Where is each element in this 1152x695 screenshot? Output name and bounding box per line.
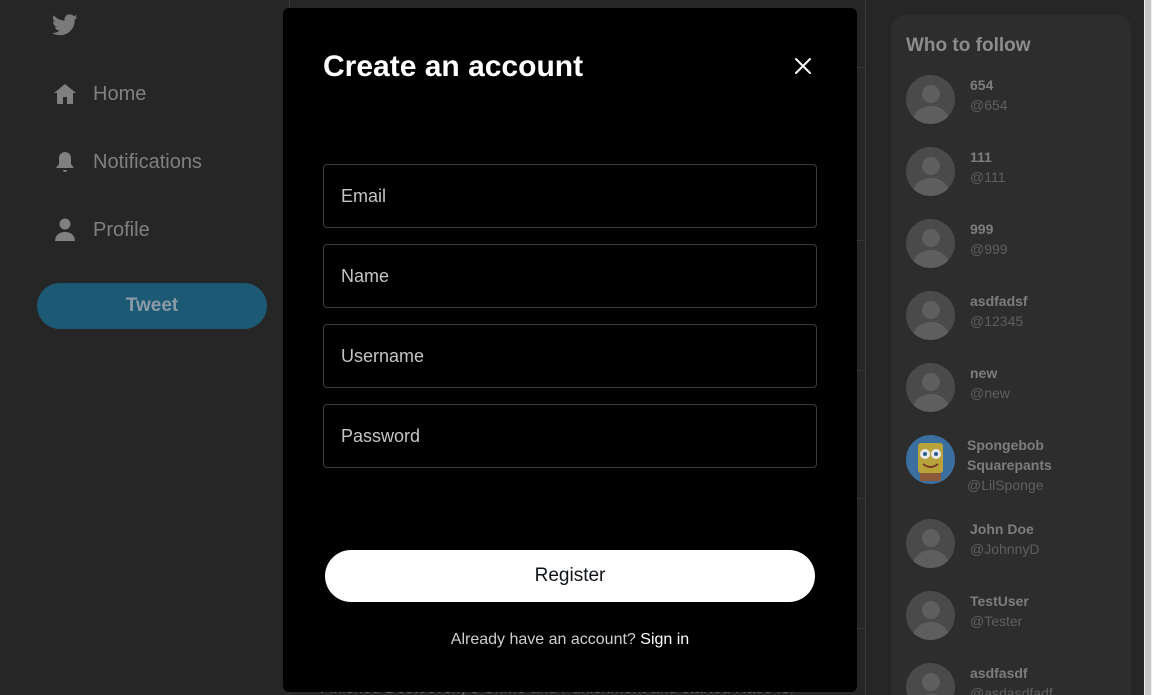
follow-user-name: Spongebob Squarepants — [967, 437, 1052, 473]
follow-user-handle: @12345 — [970, 313, 1024, 329]
password-field[interactable] — [323, 404, 817, 468]
follow-user[interactable]: new @new — [906, 363, 1080, 412]
home-icon — [52, 81, 78, 107]
sidebar-item-notifications[interactable]: Notifications — [52, 142, 202, 182]
follow-user[interactable]: John Doe @JohnnyD — [906, 519, 1080, 568]
follow-user-name: asdfadsf — [970, 293, 1028, 309]
sidebar-item-label: Home — [93, 82, 147, 105]
follow-user[interactable]: TestUser @Tester — [906, 591, 1080, 640]
follow-user-handle: @JohnnyD — [970, 541, 1040, 557]
follow-user[interactable]: Spongebob Squarepants @LilSponge — [906, 435, 1077, 495]
signin-link[interactable]: Sign in — [640, 631, 689, 648]
name-input[interactable] — [324, 245, 816, 307]
avatar — [906, 363, 955, 412]
avatar — [906, 291, 955, 340]
follow-user-name: asdfasdf — [970, 665, 1028, 681]
name-field[interactable] — [323, 244, 817, 308]
username-field[interactable] — [323, 324, 817, 388]
who-to-follow-panel: Who to follow 654 @654 111 @111 999 @999 as… — [891, 15, 1131, 695]
follow-user[interactable]: 111 @111 — [906, 147, 1080, 196]
avatar — [906, 147, 955, 196]
sidebar-item-profile[interactable]: Profile — [52, 210, 150, 250]
follow-user-handle: @654 — [970, 97, 1008, 113]
register-button[interactable]: Register — [325, 550, 815, 602]
create-account-modal: Create an account Register Already have … — [283, 8, 857, 692]
follow-user-handle: @asdasdfadf — [970, 685, 1053, 695]
follow-user-handle: @Tester — [970, 613, 1023, 629]
follow-user-name: new — [970, 365, 998, 381]
follow-user-name: 111 — [970, 149, 992, 165]
follow-user-handle: @LilSponge — [967, 477, 1044, 493]
follow-user-name: 654 — [970, 77, 994, 93]
email-field[interactable] — [323, 164, 817, 228]
avatar — [906, 219, 955, 268]
follow-user-name: John Doe — [970, 521, 1034, 537]
follow-user-name: 999 — [970, 221, 994, 237]
email-input[interactable] — [324, 165, 816, 227]
avatar — [906, 663, 955, 695]
close-icon[interactable] — [791, 54, 815, 78]
avatar — [906, 435, 955, 484]
tweet-button[interactable]: Tweet — [37, 283, 267, 329]
follow-user[interactable]: asdfasdf @asdasdfadf — [906, 663, 1080, 695]
follow-user-handle: @999 — [970, 241, 1008, 257]
follow-user[interactable]: 999 @999 — [906, 219, 1080, 268]
follow-user[interactable]: 654 @654 — [906, 75, 1080, 124]
signin-prompt-text: Already have an account? — [450, 631, 636, 648]
twitter-bird-icon[interactable] — [51, 14, 78, 40]
modal-title: Create an account — [323, 50, 584, 83]
person-icon — [52, 217, 78, 243]
signin-prompt-line: Already have an account? Sign in — [283, 631, 857, 649]
username-input[interactable] — [324, 325, 816, 387]
page-scrollbar[interactable] — [1144, 0, 1152, 695]
sidebar: Home Notifications Profile Tweet — [0, 0, 283, 695]
sidebar-item-label: Notifications — [93, 150, 202, 173]
follow-user[interactable]: asdfadsf @12345 — [906, 291, 1080, 340]
avatar — [906, 75, 955, 124]
scrollbar-thumb[interactable] — [1145, 0, 1151, 695]
follow-user-name: TestUser — [970, 593, 1029, 609]
who-to-follow-title: Who to follow — [906, 35, 1031, 56]
avatar — [906, 519, 955, 568]
follow-user-handle: @new — [970, 385, 1010, 401]
password-input[interactable] — [324, 405, 816, 467]
avatar — [906, 591, 955, 640]
sidebar-item-home[interactable]: Home — [52, 74, 146, 114]
sidebar-item-label: Profile — [93, 218, 150, 241]
bell-icon — [52, 149, 78, 175]
follow-user-handle: @111 — [970, 169, 1006, 185]
